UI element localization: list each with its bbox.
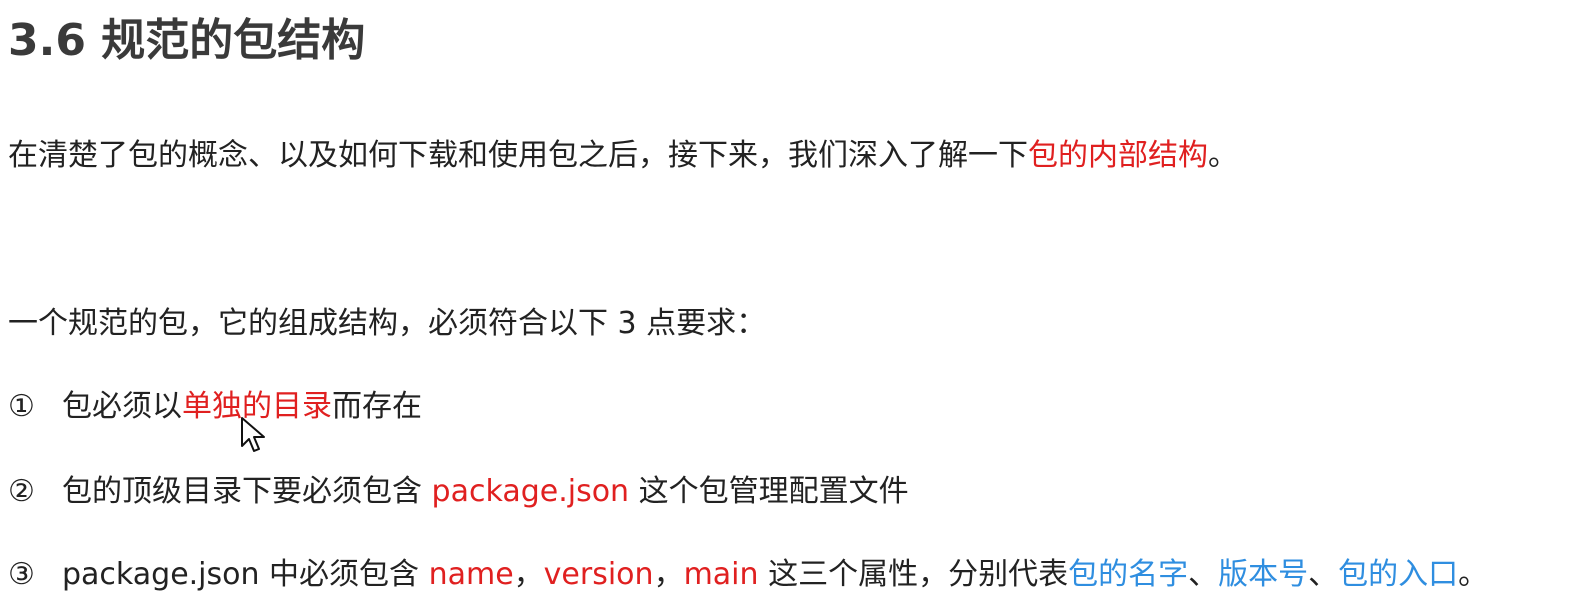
item-highlight-version: version (543, 557, 654, 592)
item-text: 这三个属性，分别代表 (758, 557, 1069, 592)
mouse-pointer-icon (241, 417, 265, 452)
item-highlight-name: name (428, 557, 514, 592)
item-end: 。 (1458, 557, 1489, 592)
item-text: package.json 中必须包含 (62, 557, 429, 592)
requirement-item-1: ① 包必须以单独的目录而存在 (8, 381, 422, 425)
intro-end: 。 (1208, 138, 1238, 173)
item-marker: ② (8, 474, 35, 509)
item-marker: ① (8, 389, 35, 424)
item-highlight-main: main (683, 557, 759, 592)
item-highlight-entry: 包的入口 (1338, 557, 1459, 592)
item-text: 包的顶级目录下要必须包含 (62, 474, 432, 509)
item-text: 包必须以 (62, 389, 182, 424)
item-separator: 、 (1308, 557, 1339, 592)
item-separator: 、 (1188, 557, 1219, 592)
item-separator: ， (653, 557, 684, 592)
item-text: 这个包管理配置文件 (629, 474, 909, 509)
item-highlight-version-number: 版本号 (1218, 557, 1309, 592)
requirement-item-2: ② 包的顶级目录下要必须包含 package.json 这个包管理配置文件 (8, 466, 909, 510)
intro-paragraph: 在清楚了包的概念、以及如何下载和使用包之后，接下来，我们深入了解一下包的内部结构… (8, 130, 1238, 174)
item-marker: ③ (8, 557, 35, 592)
requirement-item-3: ③ package.json 中必须包含 name，version，main 这三… (8, 549, 1488, 593)
page-title: 3.6 规范的包结构 (8, 15, 366, 66)
intro-highlight: 包的内部结构 (1028, 138, 1208, 173)
item-highlight-package-name: 包的名字 (1068, 557, 1189, 592)
intro-text: 在清楚了包的概念、以及如何下载和使用包之后，接下来，我们深入了解一下 (8, 138, 1028, 173)
requirements-intro: 一个规范的包，它的组成结构，必须符合以下 3 点要求： (8, 306, 767, 341)
item-highlight: package.json (431, 474, 630, 509)
item-separator: ， (513, 557, 544, 592)
item-text: 而存在 (332, 389, 422, 424)
document-page: 3.6 规范的包结构 在清楚了包的概念、以及如何下载和使用包之后，接下来，我们深… (0, 0, 1588, 596)
